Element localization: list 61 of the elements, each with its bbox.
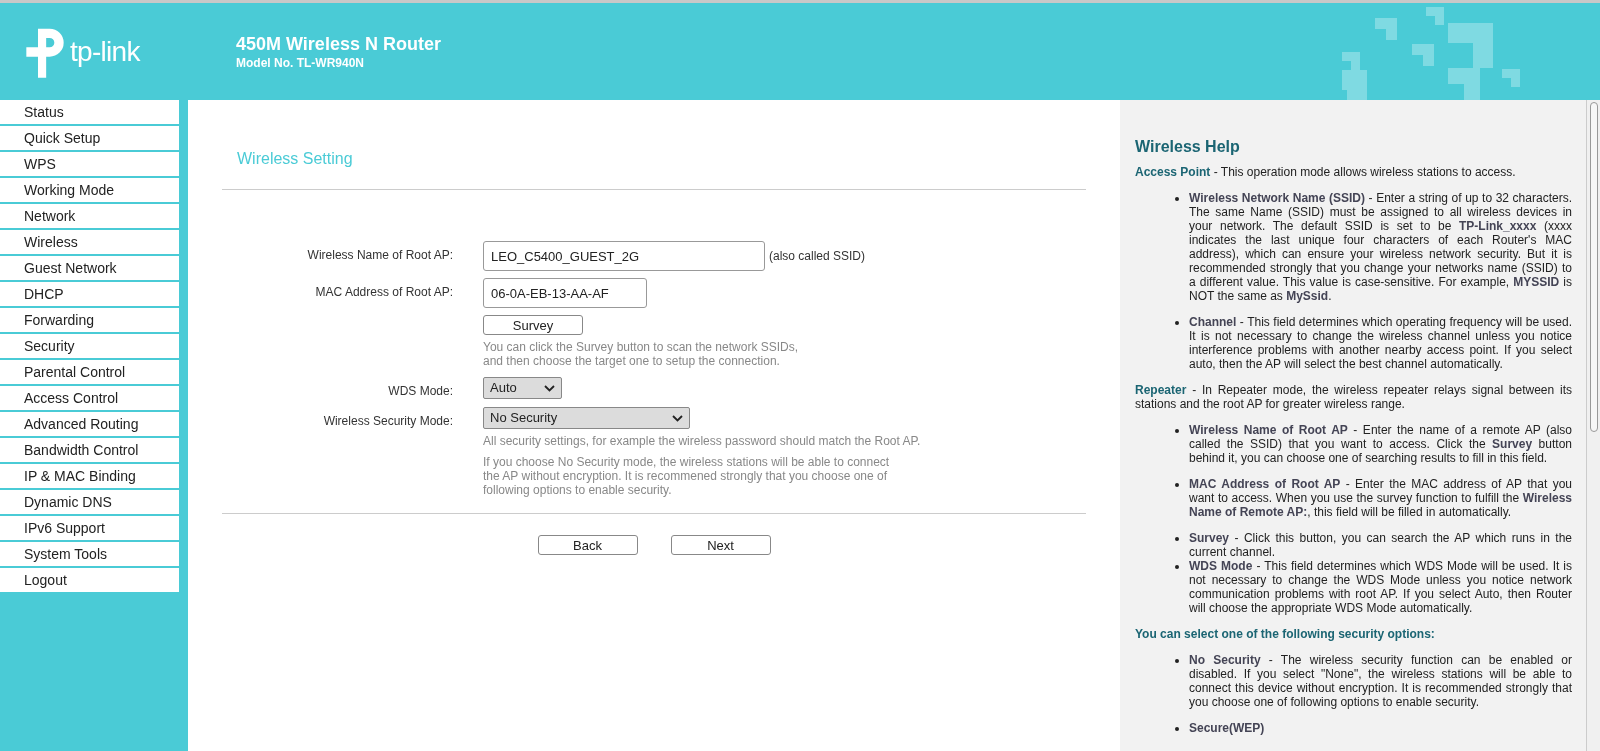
help-list-item: No Security - The wireless security function can be enabled or disabled. If you select "None", the wireless stations will be able to connect this device without encryption. It is recommended strongly that you choose one of following options to enable security. bbox=[1189, 653, 1572, 709]
survey-button[interactable]: Survey bbox=[483, 315, 583, 335]
nav-item[interactable]: Status bbox=[0, 100, 179, 126]
help-list-item: Secure(WEP) bbox=[1189, 721, 1265, 735]
nav-item[interactable]: Advanced Routing bbox=[0, 412, 179, 438]
help-note: You can click the Survey button to scan the network SSIDs, and then choose the target one to setup the connection. bbox=[483, 340, 799, 368]
nav-item[interactable]: WPS bbox=[0, 152, 179, 178]
bullet-icon bbox=[1175, 565, 1179, 569]
scrollbar-thumb[interactable] bbox=[1589, 102, 1598, 432]
nav-item[interactable]: Forwarding bbox=[0, 308, 179, 334]
help-list-item: Channel - This field determines which operating frequency will be used. It is not necessary to change the wireless channel unless you notice interference problems with another nearby access point. If you select auto, then the AP will select the best channel automatically. bbox=[1189, 315, 1572, 371]
nav-item[interactable]: DHCP bbox=[0, 282, 179, 308]
page-title: Wireless Setting bbox=[236, 149, 354, 169]
help-note: If you choose No Security mode, the wireless stations will be able to connect the AP without encryption. It is recommened strongly that you choose one of following options to enable security. bbox=[483, 455, 891, 497]
help-note: All security settings, for example the wireless password should match the Root AP. bbox=[483, 434, 921, 448]
nav-item[interactable]: Logout bbox=[0, 568, 179, 594]
bullet-icon bbox=[1175, 197, 1179, 201]
bullet-icon bbox=[1175, 727, 1179, 731]
dropdown[interactable]: Auto bbox=[483, 377, 562, 399]
nav-item[interactable]: Bandwidth Control bbox=[0, 438, 179, 464]
nav-item[interactable]: System Tools bbox=[0, 542, 179, 568]
brand-logo-text: tp-link bbox=[70, 37, 140, 66]
bullet-icon bbox=[1175, 429, 1179, 433]
nav-item[interactable]: Parental Control bbox=[0, 360, 179, 386]
text-field[interactable]: 06-0A-EB-13-AA-AF bbox=[483, 278, 647, 308]
field-label: Wireless Name of Root AP: bbox=[307, 247, 453, 264]
nav-button[interactable]: Next bbox=[670, 535, 771, 555]
bullet-icon bbox=[1175, 659, 1179, 663]
field-label: MAC Address of Root AP: bbox=[315, 284, 453, 301]
dropdown[interactable]: No Security bbox=[483, 407, 690, 429]
field-label: WDS Mode: bbox=[388, 383, 453, 400]
help-paragraph: Repeater - In Repeater mode, the wireless repeater relays signal between its stations and the root AP for greater wireless range. bbox=[1135, 383, 1572, 411]
nav-item[interactable]: IP & MAC Binding bbox=[0, 464, 179, 490]
model-number: Model No. TL-WR940N bbox=[236, 54, 365, 71]
help-subheading: You can select one of the following security options: bbox=[1135, 627, 1436, 641]
help-list-item: WDS Mode - This field determines which WDS Mode will be used. It is not necessary to change the WDS Mode unless you notice network communication problems with root AP. If you select Auto, then Router will choose the appropriate WDS Mode automatically. bbox=[1189, 559, 1572, 615]
chevron-down-icon bbox=[672, 414, 683, 422]
help-list-item: Wireless Network Name (SSID) - Enter a string of up to 32 characters. The same Name (SSID) must be assigned to all wireless devices in your network. The default SSID is set to be TP-Link_xxxx (xxxx indicates the last unique four characters of each Router's MAC address), which can ensure your wireless network security. But it is recommended strongly that you change your networks name (SSID) to a different value. This value is case-sensitive. For example, MYSSID is NOT the same as MySsid. bbox=[1189, 191, 1572, 303]
nav-item[interactable]: Working Mode bbox=[0, 178, 179, 204]
bullet-icon bbox=[1175, 321, 1179, 325]
product-title: 450M Wireless N Router bbox=[236, 32, 441, 55]
help-paragraph: Access Point - This operation mode allows wireless stations to access. bbox=[1135, 165, 1517, 179]
bullet-icon bbox=[1175, 537, 1179, 541]
nav-item[interactable]: Wireless bbox=[0, 230, 179, 256]
nav-item[interactable]: Access Control bbox=[0, 386, 179, 412]
field-hint: (also called SSID) bbox=[769, 248, 866, 265]
help-title: Wireless Help bbox=[1135, 140, 1241, 154]
nav-item[interactable]: Security bbox=[0, 334, 179, 360]
help-list-item: Survey - Click this button, you can search the AP which runs in the current channel. bbox=[1189, 531, 1572, 559]
nav-item[interactable]: IPv6 Support bbox=[0, 516, 179, 542]
chevron-down-icon bbox=[544, 384, 555, 392]
bullet-icon bbox=[1175, 483, 1179, 487]
nav-item[interactable]: Guest Network bbox=[0, 256, 179, 282]
text-field[interactable]: LEO_C5400_GUEST_2G bbox=[483, 241, 765, 271]
nav-item[interactable]: Quick Setup bbox=[0, 126, 179, 152]
field-label: Wireless Security Mode: bbox=[323, 413, 453, 430]
nav-item[interactable]: Dynamic DNS bbox=[0, 490, 179, 516]
nav-button[interactable]: Back bbox=[537, 535, 638, 555]
nav-item[interactable]: Network bbox=[0, 204, 179, 230]
help-list-item: Wireless Name of Root AP - Enter the name of a remote AP (also called the SSID) that you want to access. Click the Survey button behind it, you can choose one of searching results to fill in this field. bbox=[1189, 423, 1572, 465]
help-list-item: MAC Address of Root AP - Enter the MAC address of AP that you want to access. When you use the survey function to fulfill the Wireless Name of Remote AP:, this field will be filled in automatically. bbox=[1189, 477, 1572, 519]
